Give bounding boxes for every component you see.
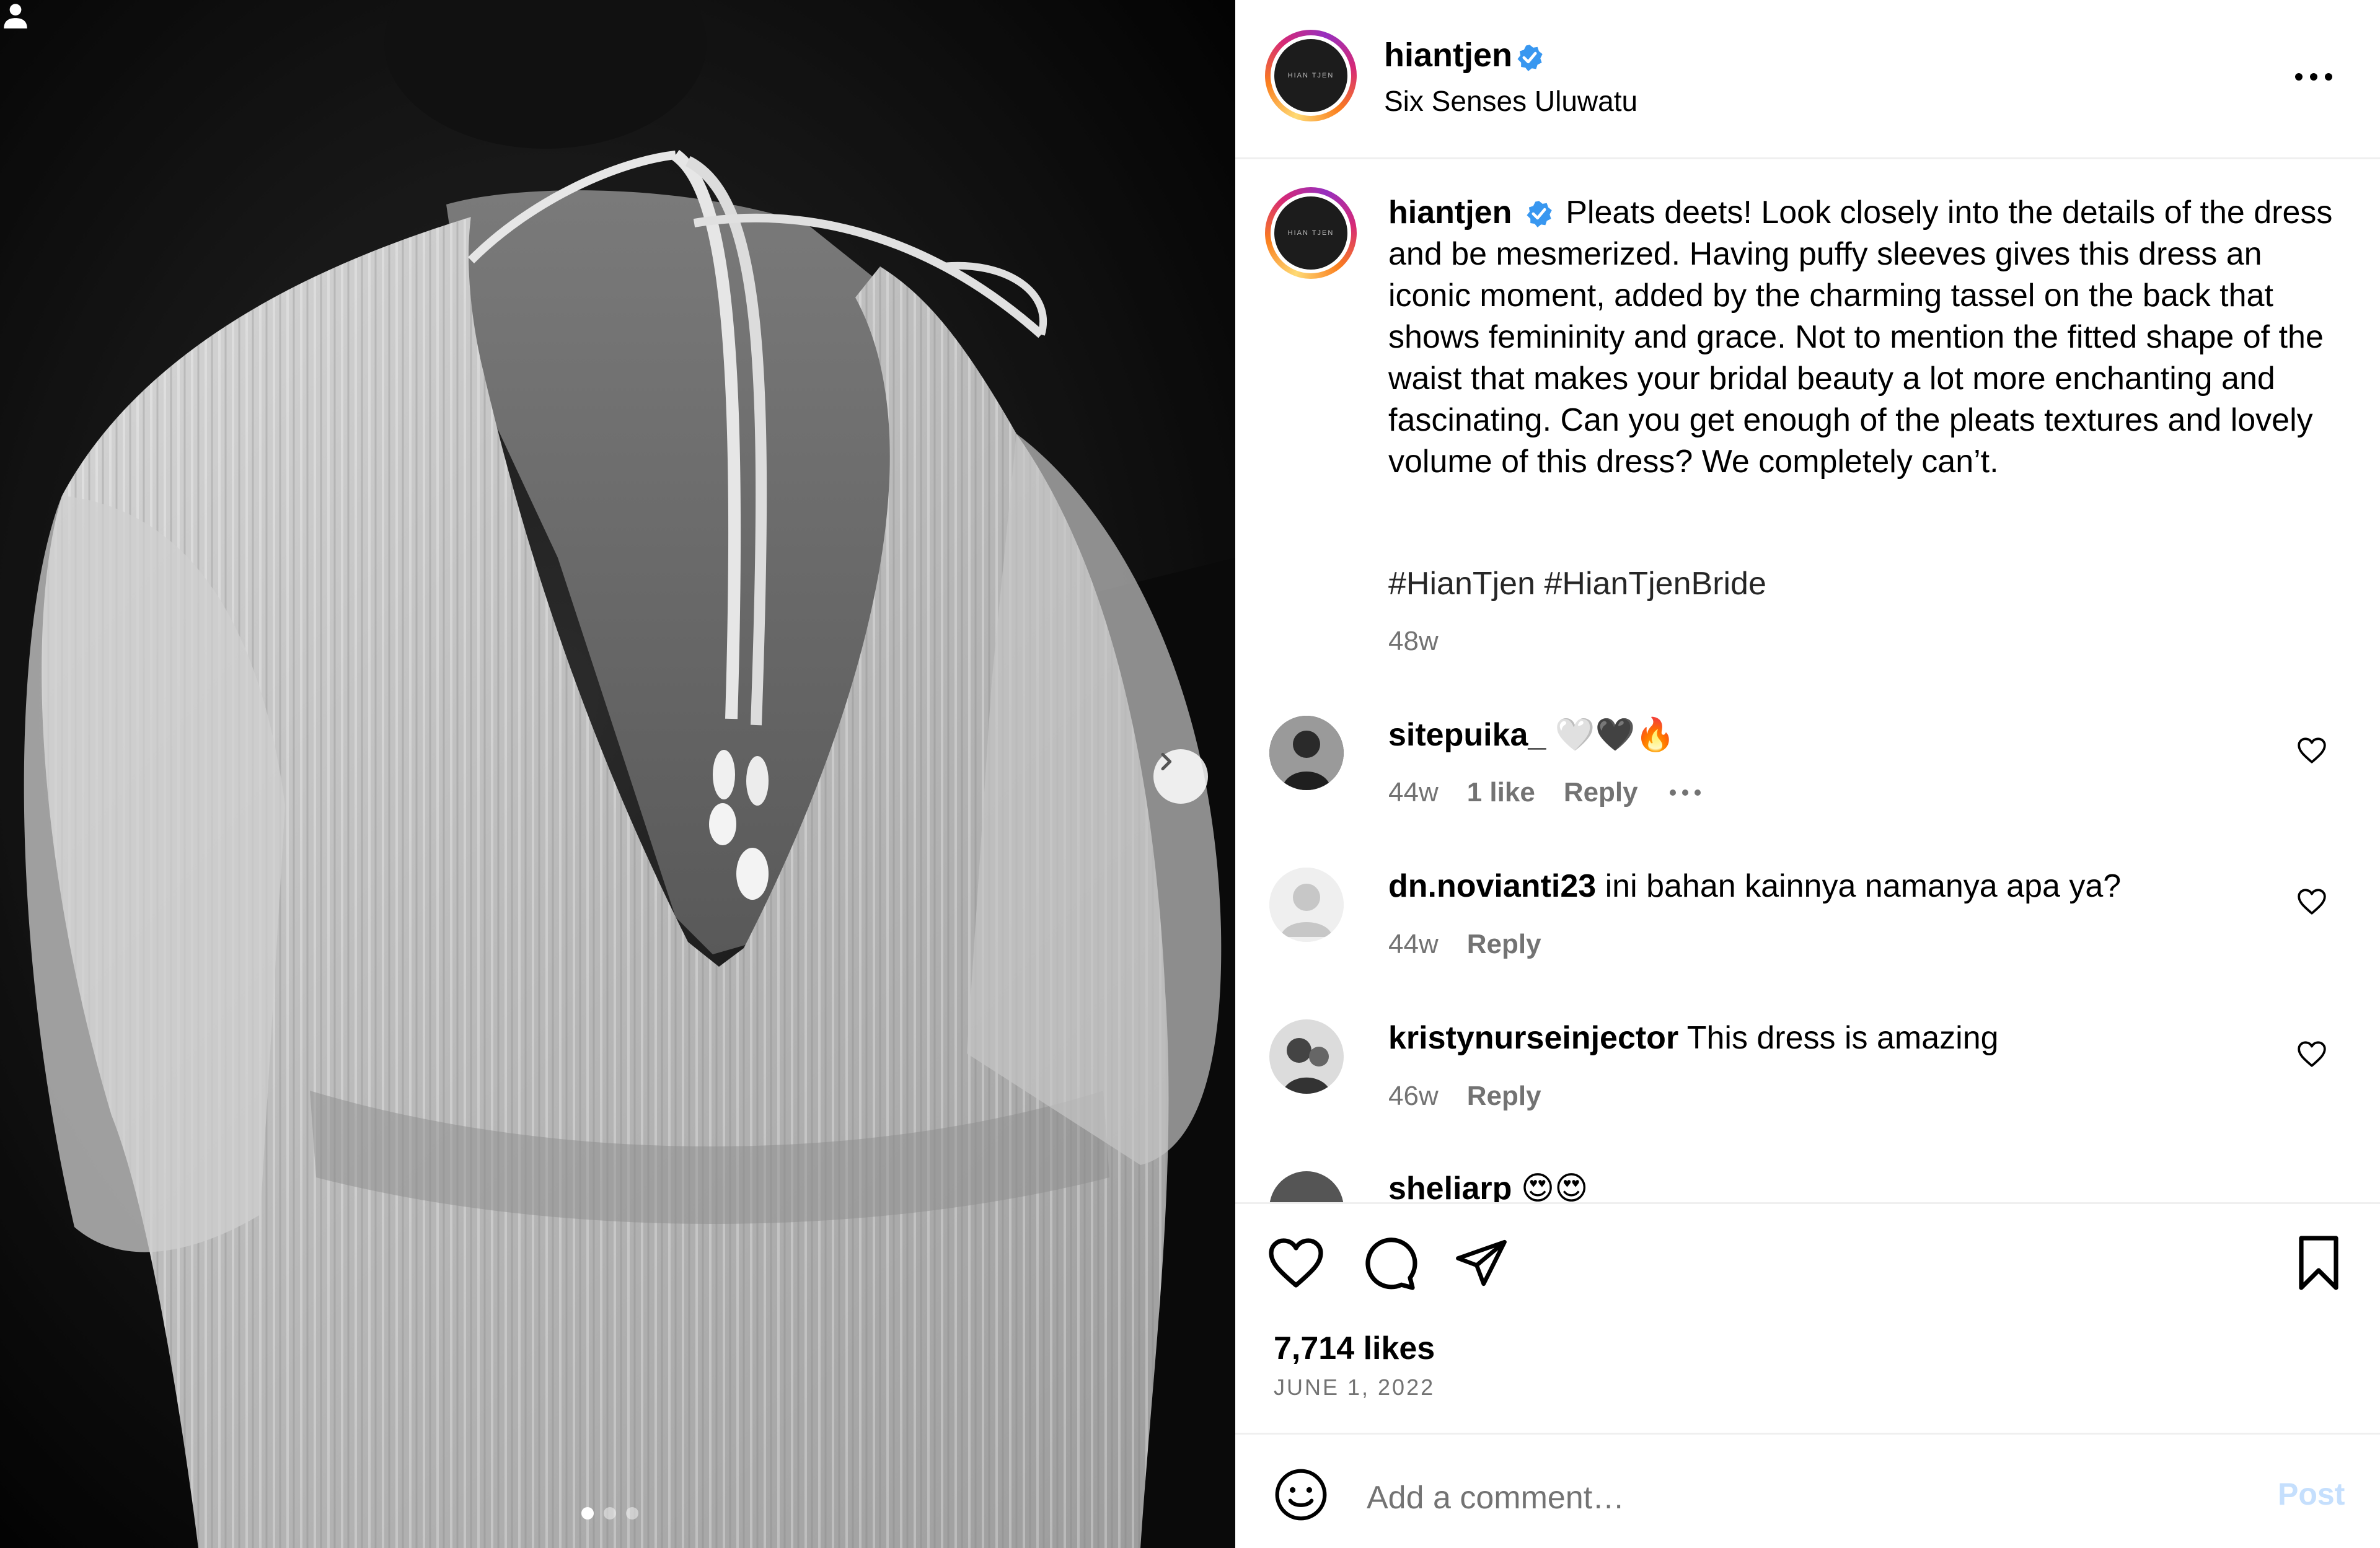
post-comment-button[interactable]: Post	[2278, 1476, 2345, 1512]
caption-username[interactable]: hiantjen	[1388, 195, 1512, 231]
header-avatar[interactable]: HIAN TJEN	[1265, 30, 1357, 121]
verified-badge-icon	[1517, 45, 1543, 71]
comment-username[interactable]: sitepuika_	[1388, 717, 1546, 753]
comment-username[interactable]: kristynurseinjector	[1388, 1020, 1678, 1056]
carousel-dot	[604, 1507, 616, 1519]
comment-meta: 44w Reply	[1388, 929, 1541, 960]
avatar-logo-text: HIAN TJEN	[1274, 196, 1347, 270]
comment-avatar[interactable]	[1269, 1171, 1344, 1202]
caption-time: 48w	[1388, 626, 1439, 656]
default-avatar-icon	[1269, 868, 1344, 942]
comment-avatar[interactable]	[1269, 868, 1344, 942]
comment-like-heart-icon[interactable]	[2296, 735, 2327, 766]
comment-likes[interactable]: 1 like	[1467, 777, 1535, 808]
post-photo[interactable]	[0, 0, 1235, 1548]
comment-time: 44w	[1388, 777, 1439, 807]
add-comment-input[interactable]	[1365, 1472, 2236, 1523]
carousel-dot-active	[581, 1507, 594, 1519]
header-location[interactable]: Six Senses Uluwatu	[1384, 84, 1637, 118]
post-side-panel: HIAN TJEN hiantjen Six Senses Uluwatu HI…	[1235, 0, 2380, 1548]
avatar-logo-text: HIAN TJEN	[1274, 39, 1347, 112]
comment-text: sitepuika_ 🤍🖤🔥	[1388, 716, 1675, 754]
comment-avatar[interactable]	[1269, 716, 1344, 790]
caption-avatar[interactable]: HIAN TJEN	[1265, 187, 1357, 279]
comment-body: This dress is amazing	[1686, 1020, 1999, 1056]
header-username[interactable]: hiantjen	[1384, 36, 1512, 74]
comment-more-icon[interactable]	[1667, 786, 1704, 799]
chevron-right-icon	[1161, 752, 1172, 771]
comment-clip-area: sheliarp 😍😍	[1235, 1165, 2380, 1202]
post-date: JUNE 1, 2022	[1274, 1374, 1435, 1400]
comment-username[interactable]: dn.novianti23	[1388, 868, 1596, 904]
footer-divider	[1235, 1433, 2380, 1435]
comment-body: 😍😍	[1520, 1171, 1589, 1202]
caption-body: Pleats deets! Look closely into the deta…	[1388, 195, 2333, 480]
comment-like-heart-icon[interactable]	[2296, 886, 2327, 917]
comment-text: kristynurseinjector This dress is amazin…	[1388, 1019, 1999, 1057]
tagged-user-icon[interactable]	[0, 0, 31, 31]
comment-text: dn.novianti23 ini bahan kainnya namanya …	[1388, 868, 2121, 905]
avatar-photo	[1269, 716, 1344, 790]
likes-count[interactable]: 7,714 likes	[1274, 1330, 1435, 1367]
avatar-photo	[1269, 1019, 1344, 1094]
save-bookmark-icon[interactable]	[2289, 1232, 2348, 1294]
comment-time: 46w	[1388, 1081, 1439, 1111]
comment-reply-button[interactable]: Reply	[1564, 777, 1638, 808]
emoji-icon[interactable]	[1272, 1466, 1329, 1523]
comment-avatar[interactable]	[1269, 1019, 1344, 1094]
carousel-dot	[626, 1507, 638, 1519]
comment-username[interactable]: sheliarp	[1388, 1171, 1512, 1202]
comment-like-heart-icon[interactable]	[2296, 1039, 2327, 1070]
caption: hiantjen Pleats deets! Look closely into…	[1388, 192, 2343, 483]
comment-body: ini bahan kainnya namanya apa ya?	[1605, 868, 2122, 904]
comment-body: 🤍🖤🔥	[1554, 717, 1676, 753]
action-bar	[1235, 1232, 2380, 1300]
verified-badge-icon	[1527, 201, 1552, 227]
dress-back-photo	[0, 0, 1235, 1548]
carousel-indicator	[581, 1507, 638, 1519]
carousel-next-button[interactable]	[1153, 749, 1208, 804]
comment-meta: 46w Reply	[1388, 1081, 1541, 1112]
like-heart-icon[interactable]	[1266, 1232, 1326, 1294]
comment-reply-button[interactable]: Reply	[1467, 1081, 1541, 1112]
caption-hashtags[interactable]: #HianTjen #HianTjenBride	[1388, 565, 1766, 602]
share-send-icon[interactable]	[1453, 1232, 1509, 1294]
comment-meta: 44w 1 like Reply	[1388, 777, 1704, 808]
comment-text: sheliarp 😍😍	[1388, 1170, 1588, 1202]
more-options-icon[interactable]	[2289, 64, 2338, 89]
comment-time: 44w	[1388, 929, 1439, 959]
header-divider	[1235, 157, 2380, 159]
comment-bubble-icon[interactable]	[1359, 1232, 1419, 1294]
comment-reply-button[interactable]: Reply	[1467, 929, 1541, 960]
comments-divider	[1235, 1202, 2380, 1204]
